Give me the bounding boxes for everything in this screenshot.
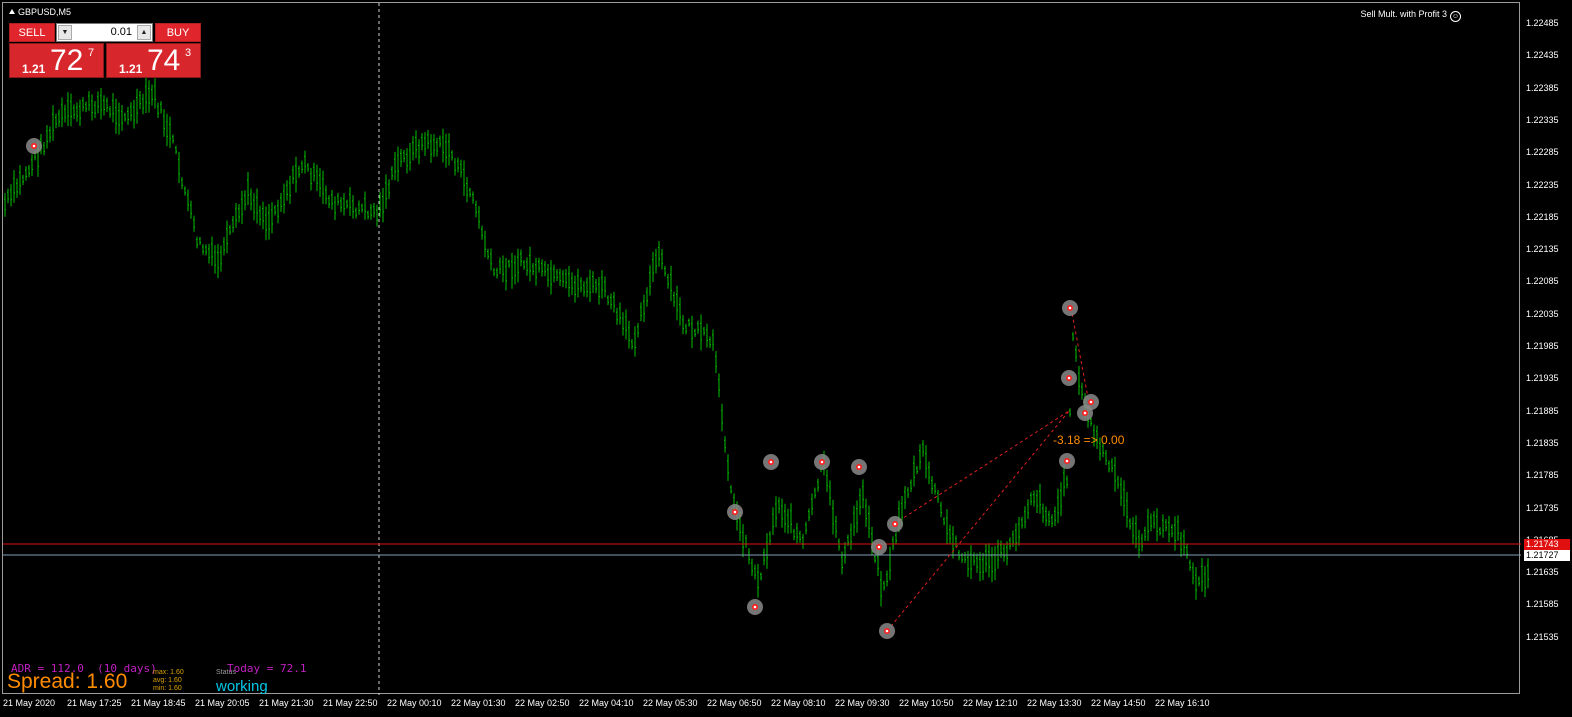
buy-price-button[interactable]: 1.21 74 3 (106, 43, 201, 78)
time-tick-label: 21 May 17:25 (67, 698, 122, 708)
price-tick-label: 1.21585 (1526, 599, 1559, 610)
lot-increase-icon[interactable]: ▲ (137, 25, 151, 40)
price-tick-label: 1.21985 (1526, 341, 1559, 351)
trade-marker-center (1068, 306, 1072, 310)
sell-button[interactable]: SELL (9, 23, 55, 42)
spread-max: max: 1.60 (153, 669, 184, 676)
trade-marker-center (885, 629, 889, 633)
trade-marker-center (857, 465, 861, 469)
time-tick-label: 22 May 10:50 (899, 698, 954, 708)
price-tick-label: 1.22435 (1526, 50, 1559, 61)
buy-price-pips: 74 (147, 44, 181, 77)
spread-min: min: 1.60 (153, 685, 182, 692)
price-tick-label: 1.21735 (1526, 502, 1559, 513)
price-tick-label: 1.22035 (1526, 308, 1559, 319)
spread-indicator: Spread: 1.60 (7, 670, 128, 693)
price-tick-label: 1.21835 (1526, 437, 1559, 448)
price-tick-label: 1.22135 (1526, 244, 1559, 255)
one-click-trade-panel: SELL ▼ 0.01 ▲ BUY 1.21 72 7 1.21 74 3 (9, 23, 201, 79)
collapse-triangle-icon[interactable] (9, 9, 15, 14)
time-tick-label: 21 May 22:50 (323, 698, 378, 708)
time-tick-label: 21 May 18:45 (131, 698, 186, 708)
time-tick-label: 22 May 09:30 (835, 698, 890, 708)
price-tick-label: 1.22235 (1526, 179, 1559, 190)
price-axis[interactable]: 1.22485 1.22435 1.22385 1.22335 1.22285 1.222… (1520, 2, 1572, 694)
trade-marker-center (877, 545, 881, 549)
time-tick-label: 21 May 2020 (3, 698, 56, 708)
bid-price-label: 1.21743 (1524, 539, 1570, 550)
time-tick-label: 22 May 05:30 (643, 698, 698, 708)
time-tick-label: 22 May 12:10 (963, 698, 1018, 708)
price-tick-label: 1.21635 (1526, 567, 1559, 578)
smiley-icon[interactable]: ☺ (1450, 11, 1461, 22)
trade-marker-center (32, 144, 36, 148)
price-tick-label: 1.22185 (1526, 211, 1559, 222)
trade-link-line (886, 410, 1070, 632)
price-tick-label: 1.21785 (1526, 470, 1559, 481)
time-tick-label: 21 May 21:30 (259, 698, 314, 708)
time-axis[interactable]: 21 May 2020 21 May 17:25 21 May 18:45 21 Ma… (0, 694, 1520, 717)
price-tick-label: 1.21885 (1526, 405, 1559, 416)
time-tick-label: 21 May 20:05 (195, 698, 250, 708)
price-tick-label: 1.21535 (1526, 631, 1559, 642)
ask-price-label: 1.21727 (1524, 550, 1570, 561)
ea-name: Sell Mult. with Profit 3 (1360, 9, 1447, 19)
sell-price-button[interactable]: 1.21 72 7 (9, 43, 104, 78)
lot-size-value[interactable]: 0.01 (111, 26, 132, 38)
time-tick-label: 22 May 02:50 (515, 698, 570, 708)
sell-price-pips: 72 (50, 44, 84, 77)
time-tick-label: 22 May 16:10 (1155, 698, 1210, 708)
price-tick-label: 1.22385 (1526, 82, 1559, 93)
price-tick-label: 1.22285 (1526, 147, 1559, 158)
sell-price-fraction: 7 (88, 47, 95, 59)
trade-marker-center (753, 605, 757, 609)
buy-button[interactable]: BUY (155, 23, 201, 42)
price-tick-label: 1.22085 (1526, 276, 1559, 287)
trade-link-line (1070, 307, 1090, 404)
lot-size-field[interactable]: ▼ 0.01 ▲ (56, 23, 153, 42)
status-value: working (216, 678, 268, 695)
expert-advisor-label: Sell Mult. with Profit 3 ☺ (1360, 9, 1461, 22)
sell-price-prefix: 1.21 (22, 62, 46, 76)
lot-decrease-icon[interactable]: ▼ (58, 25, 72, 40)
time-tick-label: 22 May 01:30 (451, 698, 506, 708)
spread-avg: avg: 1.60 (153, 677, 182, 684)
time-tick-label: 22 May 08:10 (771, 698, 826, 708)
spread-stats: max: 1.60 avg: 1.60 min: 1.60 (153, 669, 184, 693)
trade-marker-center (1067, 376, 1071, 380)
price-tick-label: 1.21935 (1526, 373, 1559, 384)
trade-marker-center (893, 522, 897, 526)
trade-marker-center (1065, 459, 1069, 463)
trade-pnl-label: -3.18 => 0.00 (1053, 433, 1125, 447)
trade-marker-center (733, 510, 737, 514)
trade-marker-center (769, 460, 773, 464)
chart-area[interactable]: GBPUSD,M5 Sell Mult. with Profit 3 ☺ SELL… (2, 2, 1521, 695)
status-label: Status (216, 669, 236, 676)
today-range-indicator: Today = 72.1 (227, 662, 307, 675)
time-tick-label: 22 May 00:10 (387, 698, 442, 708)
symbol-title-text: GBPUSD,M5 (18, 7, 72, 17)
time-tick-label: 22 May 13:30 (1027, 698, 1082, 708)
time-tick-label: 22 May 04:10 (579, 698, 634, 708)
trade-marker-center (1089, 400, 1093, 404)
time-tick-label: 22 May 06:50 (707, 698, 762, 708)
price-chart[interactable] (3, 3, 1521, 695)
trade-marker-center (820, 460, 824, 464)
price-tick-label: 1.22335 (1526, 114, 1559, 125)
trade-marker-center (1083, 411, 1087, 415)
buy-price-prefix: 1.21 (119, 62, 143, 76)
price-tick-label: 1.22485 (1526, 18, 1559, 28)
buy-price-fraction: 3 (185, 47, 192, 59)
symbol-title: GBPUSD,M5 (9, 7, 71, 17)
time-tick-label: 22 May 14:50 (1091, 698, 1146, 708)
